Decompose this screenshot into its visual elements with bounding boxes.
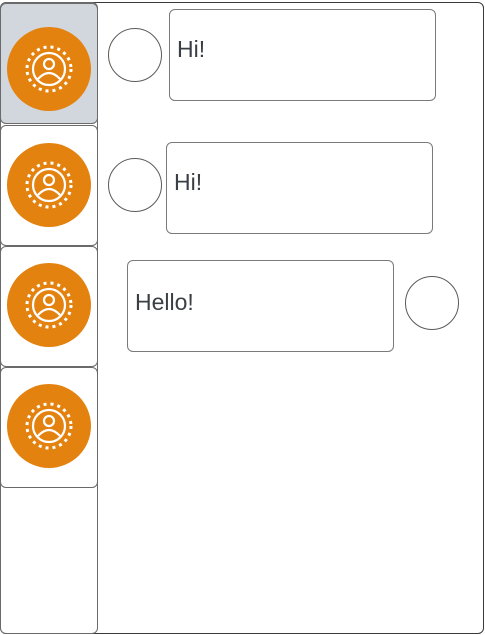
- sender-avatar: [108, 158, 162, 212]
- message-text: Hi!: [174, 169, 203, 195]
- user-icon: [7, 263, 91, 347]
- user-icon: [7, 27, 91, 111]
- contact-item-3[interactable]: [0, 246, 98, 367]
- contact-item-2[interactable]: [0, 125, 98, 246]
- user-icon: [7, 384, 91, 468]
- contact-item-4[interactable]: [0, 367, 98, 488]
- message-bubble: Hi!: [169, 9, 436, 101]
- contact-item-1[interactable]: [0, 3, 98, 124]
- user-icon: [7, 143, 91, 227]
- sender-avatar: [108, 28, 162, 82]
- message-bubble: Hi!: [166, 142, 433, 234]
- message-bubble: Hello!: [127, 260, 394, 352]
- message-text: Hello!: [135, 289, 194, 315]
- sender-avatar: [405, 276, 459, 330]
- message-text: Hi!: [177, 36, 206, 62]
